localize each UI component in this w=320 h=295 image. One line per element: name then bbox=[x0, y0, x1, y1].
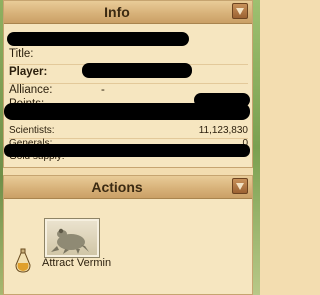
info-row-scientists: Scientists: 11,123,830 bbox=[9, 125, 248, 139]
scientists-value: 11,123,830 bbox=[198, 125, 248, 136]
attract-vermin-label: Attract Vermin bbox=[42, 257, 112, 269]
alliance-value: - bbox=[101, 84, 105, 96]
info-collapse-button[interactable] bbox=[232, 3, 248, 19]
chevron-down-icon bbox=[236, 8, 244, 15]
redaction-bar bbox=[7, 32, 189, 46]
actions-panel-header: Actions bbox=[4, 176, 252, 199]
actions-panel-title: Actions bbox=[91, 179, 143, 195]
right-map-edge bbox=[253, 0, 260, 295]
info-panel-title: Info bbox=[104, 4, 130, 20]
redaction-bar bbox=[82, 63, 192, 78]
flask-icon bbox=[15, 248, 31, 273]
actions-panel: Actions Attract Vermin bbox=[3, 175, 253, 295]
redaction-bar bbox=[4, 144, 250, 157]
info-row-title: Title: bbox=[9, 48, 248, 64]
attract-vermin-button[interactable] bbox=[44, 218, 100, 258]
title-label: Title: bbox=[9, 48, 34, 60]
actions-collapse-button[interactable] bbox=[232, 178, 248, 194]
scientists-label: Scientists: bbox=[9, 125, 55, 136]
info-panel-header: Info bbox=[4, 1, 252, 24]
info-panel: Info Title: Player: Alliance: - Points: … bbox=[3, 0, 253, 168]
chevron-down-icon bbox=[236, 183, 244, 190]
player-label: Player: bbox=[9, 66, 48, 78]
alliance-label: Alliance: bbox=[9, 84, 53, 96]
frog-icon bbox=[51, 228, 89, 254]
redaction-bar bbox=[194, 93, 250, 107]
